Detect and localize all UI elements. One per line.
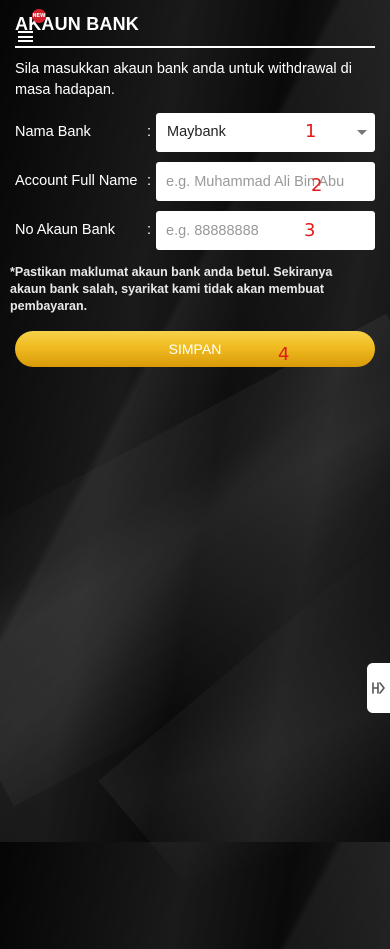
full-name-row: Account Full Name : 2 [15,162,375,201]
annotation-marker-2: 2 [311,175,323,196]
caret-down-icon [357,130,367,135]
full-name-input[interactable] [156,162,375,201]
side-tab-icon [372,682,385,694]
annotation-marker-3: 3 [304,220,316,241]
side-tab[interactable] [367,663,390,713]
full-name-label: Account Full Name [15,173,138,189]
bank-colon: : [147,124,152,140]
intro-text: Sila masukkan akaun bank anda untuk with… [15,61,352,98]
bank-select[interactable]: Maybank [156,113,375,152]
annotation-marker-1: 1 [305,121,317,142]
bank-select-value: Maybank [167,124,226,140]
account-number-input[interactable] [156,211,375,250]
annotation-marker-4: 4 [278,344,290,365]
account-number-label: No Akaun Bank [15,222,115,238]
account-number-row: No Akaun Bank : 3 [15,211,375,250]
hamburger-menu-icon[interactable] [18,31,33,42]
save-button[interactable]: SIMPAN [15,331,375,367]
account-number-colon: : [147,222,152,238]
account-number-field-wrapper [156,211,375,250]
warning-notice: *Pastikan maklumat akaun bank anda betul… [10,265,333,313]
bank-label: Nama Bank [15,124,91,140]
full-name-colon: : [147,173,152,189]
full-name-field-wrapper [156,162,375,201]
new-badge: NEW [32,9,46,23]
bank-row: Nama Bank : Maybank 1 [15,113,375,152]
page-header: AKAUN BANK NEW [15,0,375,48]
